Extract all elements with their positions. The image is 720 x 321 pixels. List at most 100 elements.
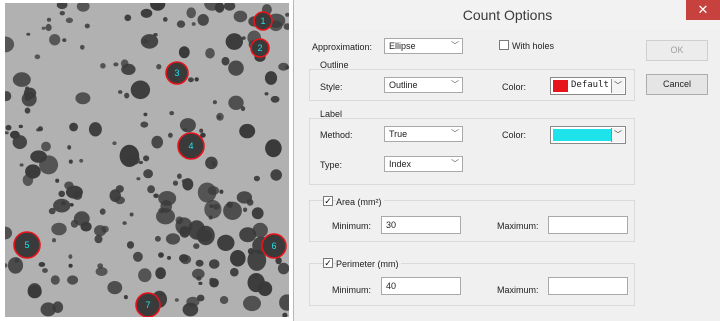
checkmark-icon: ✓ [324, 258, 332, 268]
particle [123, 295, 128, 300]
approximation-select[interactable]: Ellipse ﹀ [384, 38, 463, 54]
area-checkbox[interactable]: ✓ [323, 196, 333, 206]
particle [219, 296, 229, 304]
label-type-label: Type: [320, 160, 343, 170]
particle [34, 54, 41, 60]
particle [42, 268, 48, 273]
outline-color-text: Default [571, 80, 609, 90]
particle [243, 295, 261, 312]
particle [243, 207, 248, 213]
particle [101, 225, 109, 233]
particle [163, 17, 168, 22]
outline-color-picker[interactable]: Default ﹀ [550, 77, 626, 95]
particle [26, 32, 31, 36]
particle [39, 155, 59, 175]
particle [278, 62, 289, 71]
particle [181, 179, 187, 184]
ok-button[interactable]: OK [646, 40, 708, 61]
chevron-down-icon: ﹀ [611, 128, 624, 142]
area-maximum-input[interactable] [548, 216, 628, 234]
particle [46, 17, 52, 22]
outline-style-label: Style: [320, 82, 343, 92]
approximation-label: Approximation: [312, 42, 373, 52]
particle [18, 124, 23, 129]
particle [48, 207, 56, 215]
particle [230, 267, 239, 277]
particle [129, 155, 140, 165]
particle [212, 100, 217, 105]
perimeter-minimum-label: Minimum: [332, 285, 372, 295]
perimeter-checkbox[interactable]: ✓ [323, 258, 333, 268]
particle [75, 92, 91, 105]
particle [143, 112, 148, 117]
dialog-title: Count Options [462, 7, 553, 23]
label-type-select[interactable]: Index ﹀ [384, 156, 463, 172]
particle [147, 185, 156, 194]
chevron-down-icon: ﹀ [451, 80, 459, 89]
particle [198, 281, 203, 285]
particle [52, 238, 56, 243]
particle [257, 281, 273, 297]
particle [211, 161, 216, 167]
particle [55, 178, 60, 183]
particle [197, 14, 209, 26]
particle [158, 252, 164, 258]
cancel-button[interactable]: Cancel [646, 74, 708, 95]
close-button[interactable]: ✕ [686, 0, 720, 20]
chevron-down-icon: ﹀ [451, 159, 459, 168]
label-method-label: Method: [320, 130, 353, 140]
label-method-value: True [389, 129, 408, 139]
particle [67, 275, 79, 285]
particle [5, 226, 13, 240]
particle [264, 92, 269, 96]
particle [204, 200, 222, 219]
particle [270, 95, 280, 103]
chevron-down-icon: ﹀ [451, 129, 459, 138]
outline-color-label: Color: [502, 82, 527, 92]
approximation-value: Ellipse [389, 41, 416, 51]
particle [41, 141, 51, 152]
perimeter-maximum-input[interactable] [548, 277, 628, 295]
particle [121, 63, 136, 75]
area-minimum-input[interactable]: 30 [381, 216, 461, 234]
particle [153, 193, 159, 199]
particle [5, 263, 8, 268]
with-holes-checkbox[interactable] [499, 40, 509, 50]
perimeter-minimum-input[interactable]: 40 [381, 277, 461, 295]
particle [19, 163, 24, 167]
particle [126, 241, 135, 249]
particle [68, 263, 73, 268]
particle [240, 106, 246, 112]
particle [283, 23, 289, 30]
particle [65, 17, 73, 24]
label-color-swatch [553, 129, 611, 141]
particle [175, 217, 193, 235]
particle [70, 219, 79, 228]
particle [282, 312, 288, 317]
particle [264, 71, 278, 85]
particle [153, 33, 158, 37]
outline-style-select[interactable]: Outline ﹀ [384, 77, 463, 93]
label-color-picker[interactable]: ﹀ [550, 126, 626, 144]
particle [239, 227, 257, 243]
particle [217, 234, 235, 251]
label-method-select[interactable]: True ﹀ [384, 126, 463, 142]
particle [265, 139, 282, 158]
particle [60, 201, 67, 206]
particle [69, 122, 78, 132]
particle [118, 90, 123, 94]
area-checkbox-label: Area (mm²) [336, 197, 384, 207]
particle [279, 294, 289, 311]
particle [188, 77, 194, 83]
particle [154, 4, 161, 11]
particle [230, 250, 246, 267]
particle [191, 22, 196, 26]
particle [205, 48, 215, 59]
particle [114, 196, 125, 205]
particle [223, 3, 236, 11]
particle [151, 135, 163, 149]
particle [99, 208, 106, 215]
outline-color-swatch [553, 80, 568, 92]
outline-style-value: Outline [389, 80, 418, 90]
particle [5, 91, 12, 102]
